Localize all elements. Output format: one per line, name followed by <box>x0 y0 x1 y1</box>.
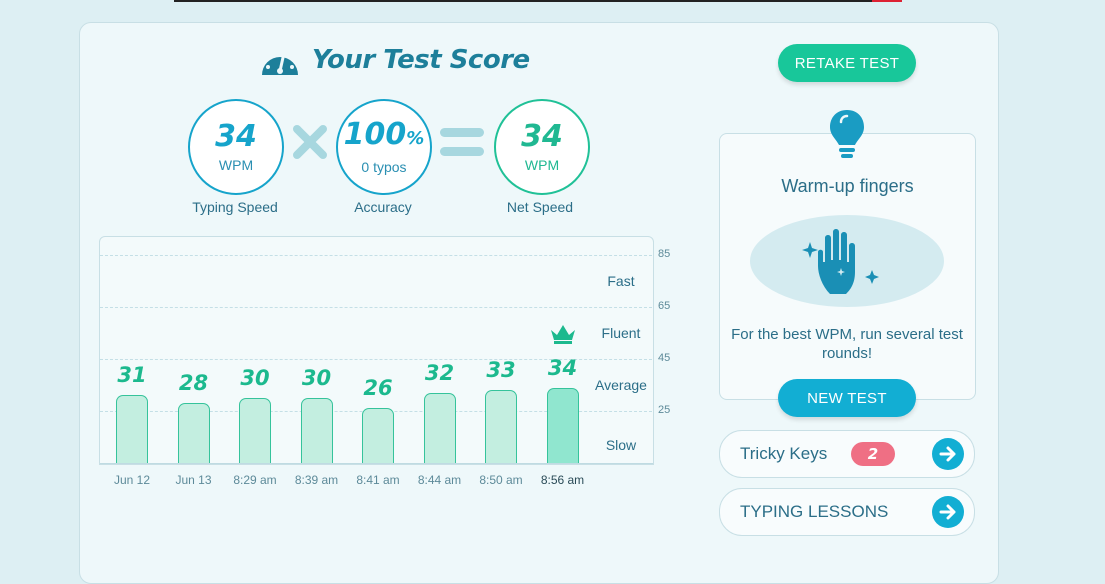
zone-label: Average <box>595 377 647 393</box>
zone-label: Fast <box>607 273 635 289</box>
chart-bar <box>239 398 271 463</box>
chart-bar <box>423 392 456 463</box>
net-speed-circle: 34 WPM <box>494 99 590 195</box>
x-tick-label: 8:44 am <box>417 473 462 487</box>
y-tick-label: 45 <box>658 352 671 364</box>
speedometer-icon <box>262 51 298 75</box>
warmup-tip: For the best WPM, run several test round… <box>731 326 963 362</box>
top-banner-strip <box>174 0 902 2</box>
typing-speed-label: Typing Speed <box>192 199 278 215</box>
x-tick-label: 8:29 am <box>233 473 277 487</box>
banner-accent <box>872 0 902 2</box>
typing-lessons-button[interactable]: TYPING LESSONS <box>719 488 975 536</box>
chart-bar <box>546 387 579 463</box>
accuracy-circle: 100% 0 typos <box>336 99 432 195</box>
chart-bar <box>116 395 148 463</box>
arrow-right-icon[interactable] <box>932 496 964 528</box>
tricky-keys-button[interactable]: Tricky Keys 2 <box>719 430 975 478</box>
typing-speed-value: 34 <box>215 119 257 154</box>
zone-label: Fluent <box>601 325 641 341</box>
y-tick-label: 25 <box>658 404 671 416</box>
chart-bar <box>362 408 394 463</box>
bar-value-label: 33 <box>486 358 516 383</box>
multiply-icon <box>293 125 327 159</box>
zone-label: Slow <box>605 436 637 453</box>
x-tick-label: 8:41 am <box>356 473 400 487</box>
x-tick-label: 8:50 am <box>479 473 523 487</box>
tricky-keys-count-badge: 2 <box>851 442 895 466</box>
chart-bar <box>485 390 517 463</box>
chart-bar <box>300 398 333 463</box>
new-test-button[interactable]: NEW TEST <box>778 379 916 417</box>
bar-value-label: 30 <box>301 366 332 390</box>
x-tick-label: Jun 13 <box>175 473 212 487</box>
net-speed-label: Net Speed <box>506 199 574 215</box>
bar-value-label: 28 <box>178 371 209 396</box>
x-tick-label: 8:56 am <box>540 473 585 487</box>
typing-speed-circle: 34 WPM <box>188 99 284 195</box>
typing-speed-unit: WPM <box>218 157 254 173</box>
typos-count: 0 typos <box>361 159 407 175</box>
page-title: Your Test Score <box>258 40 530 80</box>
y-tick-label: 85 <box>658 248 671 260</box>
bar-value-label: 30 <box>240 366 270 390</box>
accuracy-value: 100% <box>343 117 425 152</box>
bar-value-label: 32 <box>424 360 455 385</box>
title-text: Your Test Score <box>312 45 530 75</box>
crown-icon <box>551 325 575 344</box>
x-tick-label: 8:39 am <box>294 473 339 487</box>
tricky-keys-label: Tricky Keys <box>740 444 828 463</box>
lightbulb-icon <box>830 110 864 158</box>
chart-gridline <box>100 255 652 256</box>
chart-bar <box>177 403 210 463</box>
accuracy-label: Accuracy <box>354 199 412 215</box>
equals-icon <box>440 128 484 158</box>
chart-x-axis <box>100 463 653 464</box>
bar-value-label: 34 <box>547 355 578 380</box>
chart-gridline <box>100 307 652 308</box>
warmup-title: Warm-up fingers <box>781 176 914 196</box>
sparkling-hand-icon <box>802 229 879 294</box>
retake-test-button[interactable]: RETAKE TEST <box>778 44 916 82</box>
bar-value-label: 31 <box>117 363 147 388</box>
y-tick-label: 65 <box>658 300 671 312</box>
net-speed-value: 34 <box>521 119 563 154</box>
typing-lessons-label: TYPING LESSONS <box>740 502 889 521</box>
net-speed-unit: WPM <box>524 157 560 173</box>
bar-value-label: 26 <box>363 376 393 401</box>
arrow-right-icon[interactable] <box>932 438 964 470</box>
x-tick-label: Jun 12 <box>113 473 151 487</box>
